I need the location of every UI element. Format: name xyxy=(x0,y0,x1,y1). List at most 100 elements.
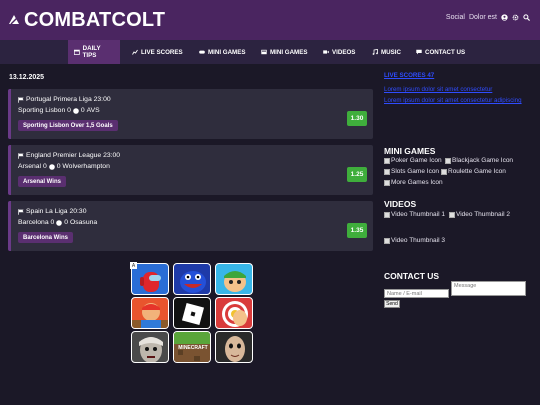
poker-game-icon[interactable]: Poker Game Icon xyxy=(384,157,442,164)
game-tile-granny[interactable] xyxy=(131,331,169,363)
video-icon xyxy=(323,50,329,54)
game-tile-stumble[interactable] xyxy=(215,263,253,295)
broken-image-icon xyxy=(449,211,455,218)
game-tile-archery[interactable] xyxy=(215,297,253,329)
away-team: Wolverhampton xyxy=(62,163,110,170)
game-tile-huggy[interactable] xyxy=(173,263,211,295)
among-us-icon xyxy=(140,272,161,292)
home-score: 0 xyxy=(50,219,55,226)
header-link-dolor[interactable]: Dolor est xyxy=(469,14,497,21)
odds-button[interactable]: 1.35 xyxy=(347,223,367,238)
tab-contact-us[interactable]: CONTACT US xyxy=(410,40,471,64)
ad-mark[interactable]: A xyxy=(130,262,137,269)
name-email-field[interactable]: Name / E-mail xyxy=(384,289,449,298)
image-alt-text: Poker Game Icon xyxy=(391,157,442,164)
away-team: AVS xyxy=(86,107,100,114)
broken-image-icon xyxy=(384,179,390,186)
send-button[interactable]: Send xyxy=(384,300,400,308)
flag-icon xyxy=(18,96,24,103)
image-alt-text: Slots Game Icon xyxy=(391,168,440,175)
tip-badge: Barcelona Wins xyxy=(18,232,73,243)
game-tile-minecraft[interactable]: MINECRAFT xyxy=(173,331,211,363)
logo-text: COMBATCOLT xyxy=(24,8,166,31)
more-games-icon[interactable]: More Games Icon xyxy=(384,179,443,186)
game-tile-subway[interactable] xyxy=(131,297,169,329)
broken-image-icon xyxy=(384,237,390,244)
sidebar-link-live-scores[interactable]: LIVE SCORES 47 xyxy=(384,72,434,79)
roblox-icon xyxy=(181,302,205,326)
odds-button[interactable]: 1.30 xyxy=(347,111,367,126)
image-alt-text: Blackjack Game Icon xyxy=(452,157,514,164)
site-logo[interactable]: COMBATCOLT xyxy=(8,7,165,33)
tip-badge: Arsenal Wins xyxy=(18,176,66,187)
home-team: Arsenal xyxy=(18,163,42,170)
game-tile-roblox[interactable] xyxy=(173,297,211,329)
site-header: COMBATCOLT Social Dolor est xyxy=(0,0,540,40)
tab-label: MINI GAMES xyxy=(270,48,308,56)
tab-daily-tips[interactable]: DAILY TIPS xyxy=(68,40,120,64)
broken-image-icon xyxy=(384,168,390,175)
league-label: England Premier League 23:00 xyxy=(26,152,121,159)
league-label: Spain La Liga 20:30 xyxy=(26,208,87,215)
stumble-icon xyxy=(224,271,246,292)
broken-image-icon xyxy=(384,157,390,164)
minecraft-label: MINECRAFT xyxy=(178,345,207,351)
match-card[interactable]: England Premier League 23:00 Arsenal 0 0… xyxy=(8,145,373,195)
broken-image-icon xyxy=(445,157,451,164)
home-team: Barcelona xyxy=(18,219,49,226)
away-score: 0 xyxy=(80,107,85,114)
flag-icon xyxy=(18,208,24,215)
chat-icon xyxy=(416,49,422,55)
home-score: 0 xyxy=(67,107,71,114)
sidebar-link-1[interactable]: Lorem ipsum dolor sit amet consectetur xyxy=(384,86,492,93)
header-links: Social Dolor est xyxy=(446,14,530,21)
grid-icon xyxy=(261,49,267,55)
game-tile-creepy[interactable] xyxy=(215,331,253,363)
videos-title: VIDEOS xyxy=(384,199,417,209)
match-league: Spain La Liga 20:30 xyxy=(18,208,86,215)
granny-icon xyxy=(139,337,163,362)
tab-mini-games-2[interactable]: MINI GAMES xyxy=(255,40,313,64)
tab-mini-games[interactable]: MINI GAMES xyxy=(193,40,251,64)
message-field[interactable]: Message xyxy=(451,281,526,296)
image-alt-text: More Games Icon xyxy=(391,179,443,186)
match-teams: Sporting Lisbon 0 0 AVS xyxy=(18,107,100,114)
image-alt-text: Video Thumbnail 2 xyxy=(456,211,510,218)
home-score: 0 xyxy=(42,163,47,170)
search-icon[interactable] xyxy=(523,14,530,21)
contact-title: CONTACT US xyxy=(384,271,440,281)
odds-button[interactable]: 1.25 xyxy=(347,167,367,182)
tip-badge: Sporting Lisbon Over 1,5 Goals xyxy=(18,120,118,131)
minecraft-icon: MINECRAFT xyxy=(174,332,210,362)
calendar-icon xyxy=(74,49,80,55)
home-team: Sporting Lisbon xyxy=(18,107,66,114)
broken-image-icon xyxy=(384,211,390,218)
header-link-social[interactable]: Social xyxy=(446,14,465,21)
tips-date: 13.12.2025 xyxy=(9,74,45,81)
match-league: England Premier League 23:00 xyxy=(18,152,120,159)
image-alt-text: Video Thumbnail 1 xyxy=(391,211,445,218)
blackjack-game-icon[interactable]: Blackjack Game Icon xyxy=(445,157,513,164)
sidebar-link-2[interactable]: Lorem ipsum dolor sit amet consectetur a… xyxy=(384,97,522,104)
ball-icon xyxy=(48,163,55,170)
video-thumbnail-1[interactable]: Video Thumbnail 1 xyxy=(384,211,445,218)
archery-icon xyxy=(222,301,248,327)
tab-music[interactable]: MUSIC xyxy=(366,40,407,64)
tab-label: DAILY TIPS xyxy=(82,45,101,59)
match-card[interactable]: Portugal Primera Liga 23:00 Sporting Lis… xyxy=(8,89,373,139)
gear-icon[interactable] xyxy=(512,14,519,21)
image-alt-text: Roulette Game Icon xyxy=(448,168,506,175)
tab-videos[interactable]: VIDEOS xyxy=(317,40,361,64)
roulette-game-icon[interactable]: Roulette Game Icon xyxy=(441,168,506,175)
music-icon xyxy=(372,49,378,55)
video-thumbnail-2[interactable]: Video Thumbnail 2 xyxy=(449,211,510,218)
video-thumbnail-3[interactable]: Video Thumbnail 3 xyxy=(384,237,445,244)
tab-live-scores[interactable]: LIVE SCORES xyxy=(126,40,189,64)
tab-label: VIDEOS xyxy=(332,48,356,56)
slots-game-icon[interactable]: Slots Game Icon xyxy=(384,168,439,175)
main-nav: DAILY TIPS LIVE SCORES MINI GAMES MINI G… xyxy=(0,40,540,64)
match-league: Portugal Primera Liga 23:00 xyxy=(18,96,111,103)
match-card[interactable]: Spain La Liga 20:30 Barcelona 0 0 Osasun… xyxy=(8,201,373,251)
tab-label: LIVE SCORES xyxy=(141,48,183,56)
user-icon[interactable] xyxy=(501,14,508,21)
